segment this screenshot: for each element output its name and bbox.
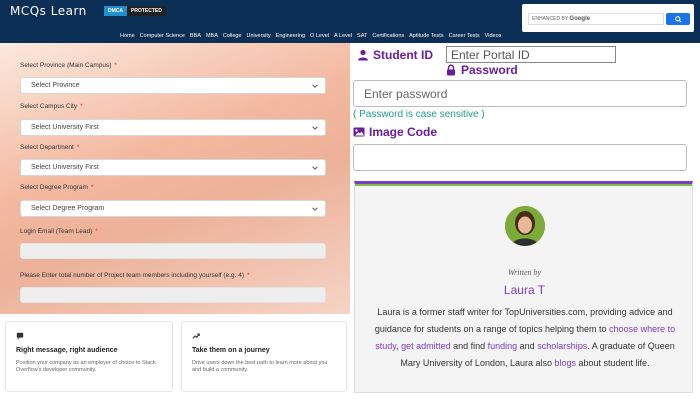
dmca-badge[interactable]: DMCA PROTECTED (104, 6, 166, 16)
user-icon (358, 49, 368, 61)
card-title: Right message, right audience (16, 347, 118, 354)
nav-item-certifications[interactable]: Certifications (372, 33, 404, 39)
nav-item-a-level[interactable]: A Level (334, 33, 352, 39)
card-right-message[interactable]: Right message, right audience Position y… (5, 321, 173, 392)
author-box: Written by Laura T Laura is a former sta… (354, 181, 693, 393)
get-admitted-link[interactable]: get admitted (401, 341, 451, 351)
site-logo[interactable]: MCQs Learn (10, 4, 87, 18)
degree-label-text: Select Degree Program (20, 184, 88, 191)
degree-select-value: Select Degree Program (31, 205, 105, 212)
trending-up-icon (192, 333, 200, 339)
author-bio: Laura is a former staff writer for TopUn… (367, 304, 683, 372)
members-field[interactable] (20, 287, 326, 303)
image-code-field[interactable] (353, 144, 687, 171)
author-name[interactable]: Laura T (355, 283, 694, 297)
main-nav: Home Computer Science BBA MBA College Un… (120, 33, 501, 39)
city-label: Select Campus City * (20, 103, 83, 110)
blogs-link[interactable]: blogs (555, 358, 577, 368)
chevron-down-icon (312, 126, 318, 130)
chevron-down-icon (312, 166, 318, 170)
province-select[interactable]: Select Province (20, 77, 326, 94)
nav-item-college[interactable]: College (223, 33, 242, 39)
members-label: Please Enter total number of Project tea… (20, 272, 250, 279)
required-mark: * (95, 228, 98, 235)
chat-icon (16, 332, 24, 340)
password-field[interactable]: Enter password (353, 80, 687, 107)
province-select-value: Select Province (31, 82, 80, 89)
department-select-value: Select University First (31, 164, 99, 171)
image-code-label: Image Code (353, 125, 437, 139)
nav-item-home[interactable]: Home (120, 33, 135, 39)
portal-id-placeholder: Enter Portal ID (451, 48, 530, 62)
department-select[interactable]: Select University First (20, 159, 326, 176)
city-select-value: Select University First (31, 124, 99, 131)
funding-link[interactable]: funding (488, 341, 518, 351)
page: MCQs Learn DMCA PROTECTED ENHANCED BY Go… (0, 0, 700, 400)
required-mark: * (247, 272, 250, 279)
degree-select[interactable]: Select Degree Program (20, 200, 326, 217)
dmca-protected-label: PROTECTED (127, 6, 166, 16)
password-label: Password (445, 63, 518, 77)
scholarships-link[interactable]: scholarships (537, 341, 587, 351)
required-mark: * (90, 184, 94, 191)
email-label-text: Login Email (Team Lead) (20, 228, 93, 235)
members-label-text: Please Enter total number of Project tea… (20, 272, 244, 279)
search-enhanced-label: ENHANCED BY (532, 16, 569, 22)
required-mark: * (76, 144, 80, 151)
written-by-label: Written by (507, 268, 542, 277)
chevron-down-icon (312, 84, 318, 88)
site-header: MCQs Learn DMCA PROTECTED ENHANCED BY Go… (0, 0, 700, 43)
author-avatar (505, 206, 545, 246)
nav-item-aptitude-tests[interactable]: Aptitude Tests (409, 33, 443, 39)
province-label: Select Province (Main Campus) * (20, 62, 117, 69)
password-placeholder: Enter password (364, 87, 448, 101)
city-select[interactable]: Select University First (20, 119, 326, 136)
search-button[interactable] (666, 13, 690, 25)
province-label-text: Select Province (Main Campus) (20, 62, 112, 69)
nav-item-mba[interactable]: MBA (206, 33, 218, 39)
city-label-text: Select Campus City (20, 103, 78, 110)
department-label-text: Select Department (20, 144, 74, 151)
email-field[interactable] (20, 243, 326, 259)
nav-item-computer-science[interactable]: Computer Science (140, 33, 185, 39)
required-mark: * (114, 62, 117, 69)
nav-item-bba[interactable]: BBA (190, 33, 201, 39)
student-id-label: Student ID (357, 48, 433, 62)
nav-item-videos[interactable]: Videos (485, 33, 502, 39)
password-hint: ( Password is case sensitive ) (353, 109, 485, 120)
chevron-down-icon (312, 207, 318, 211)
card-title: Take them on a journey (192, 347, 270, 354)
card-text: Position your company as an employer of … (16, 360, 156, 373)
dmca-badge-label: DMCA (104, 6, 127, 16)
nav-item-career-tests[interactable]: Career Tests (449, 33, 480, 39)
card-journey[interactable]: Take them on a journey Drive users down … (181, 321, 347, 392)
bio-text: and (517, 341, 538, 351)
bio-text: about student life. (576, 358, 650, 368)
nav-item-o-level[interactable]: O Level (310, 33, 329, 39)
card-text: Drive users down the best path to learn … (192, 360, 328, 373)
department-label: Select Department * (20, 144, 79, 151)
email-label: Login Email (Team Lead) * (20, 228, 98, 235)
image-icon (353, 127, 365, 137)
search-brand-label: Google (569, 16, 591, 22)
search-icon (674, 15, 682, 23)
bio-text: and find (450, 341, 488, 351)
author-photo (505, 206, 545, 246)
image-code-label-text: Image Code (369, 125, 438, 139)
nav-item-university[interactable]: University (247, 33, 271, 39)
nav-item-sat[interactable]: SAT (357, 33, 367, 39)
search-input[interactable]: ENHANCED BY Google (528, 13, 664, 25)
portal-id-input[interactable]: Enter Portal ID (446, 46, 616, 63)
google-search-box: ENHANCED BY Google (522, 4, 694, 32)
student-id-label-text: Student ID (373, 48, 433, 62)
required-mark: * (80, 103, 83, 110)
lock-icon (447, 64, 455, 76)
nav-item-engineering[interactable]: Engineering (276, 33, 305, 39)
degree-label: Select Degree Program * (20, 184, 93, 191)
password-label-text: Password (461, 63, 518, 77)
